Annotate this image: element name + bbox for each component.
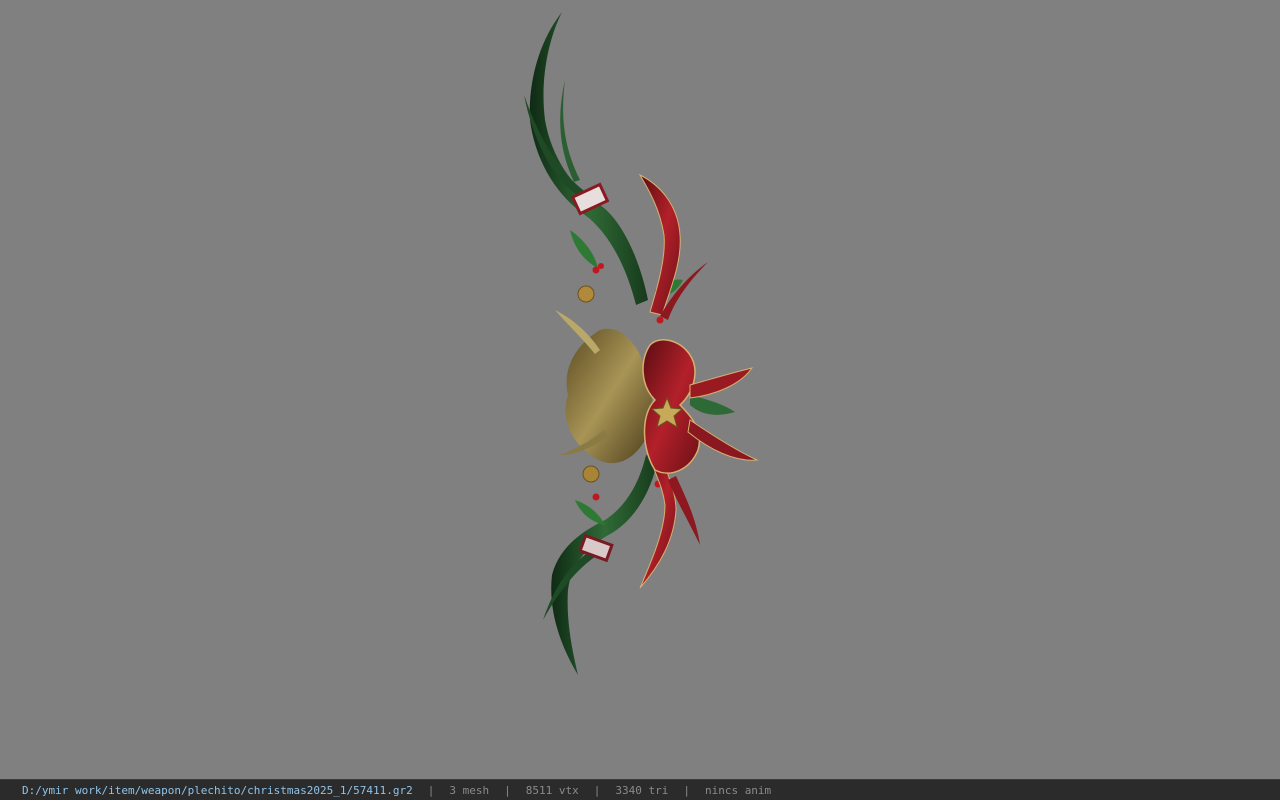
separator: | bbox=[504, 783, 511, 797]
mesh-count: 3 mesh bbox=[449, 783, 490, 797]
separator: | bbox=[593, 783, 601, 797]
separator: | bbox=[427, 783, 435, 797]
separator: | bbox=[683, 783, 690, 797]
gold-filigree bbox=[565, 328, 653, 464]
bow-knot bbox=[642, 339, 701, 474]
lower-bell bbox=[582, 465, 600, 483]
bow-model-render bbox=[524, 12, 759, 675]
vertex-count: 8511 vtx bbox=[525, 783, 579, 797]
status-bar: D:/ymir work/item/weapon/plechito/christ… bbox=[0, 779, 1280, 800]
file-path: D:/ymir work/item/weapon/plechito/christ… bbox=[22, 783, 413, 797]
lower-limb bbox=[551, 455, 658, 675]
triangle-count: 3340 tri bbox=[615, 783, 669, 797]
animation-status: nincs anim bbox=[704, 783, 772, 797]
upper-bell bbox=[577, 285, 595, 303]
3d-viewport[interactable] bbox=[0, 0, 1280, 779]
